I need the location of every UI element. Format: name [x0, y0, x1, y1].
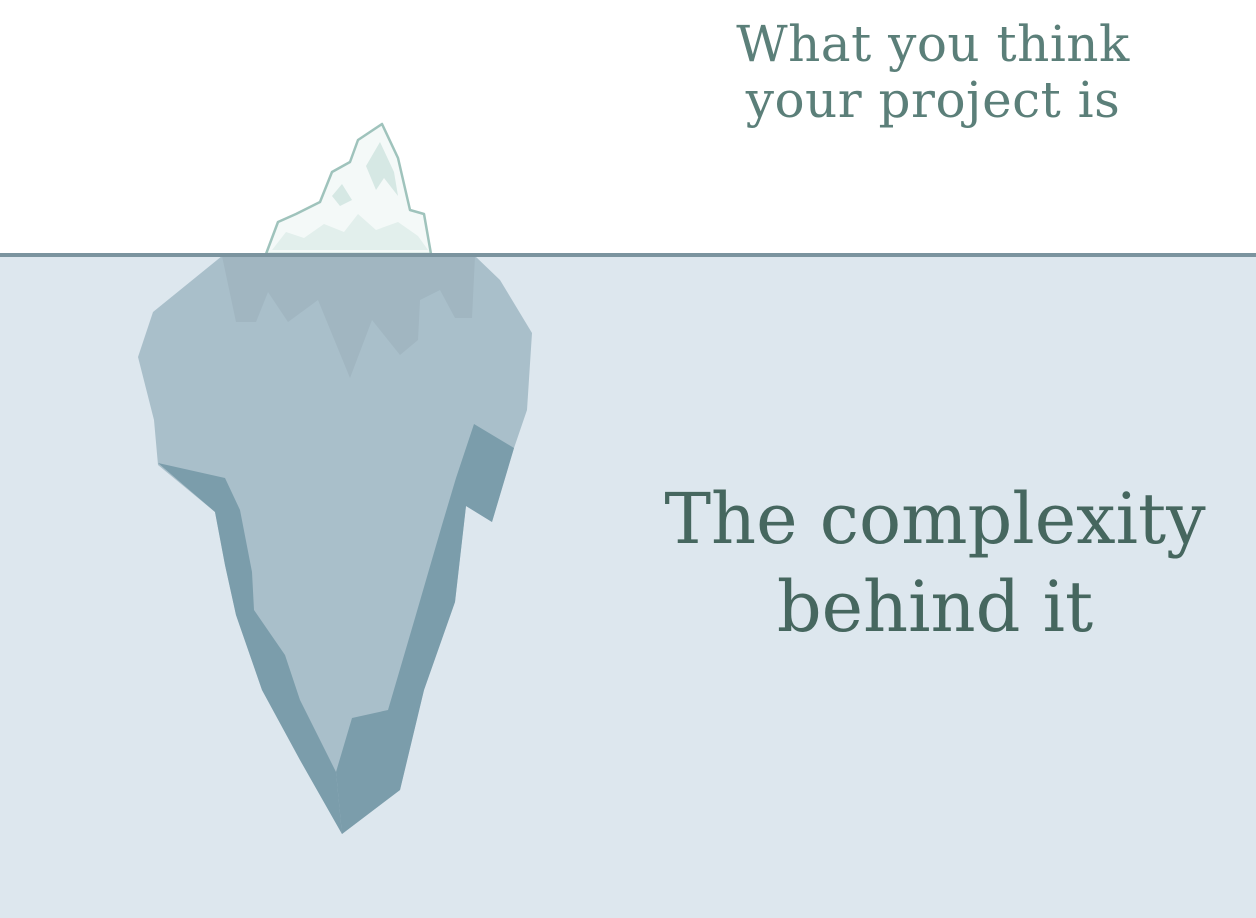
below-water-caption: The complexity behind it [660, 476, 1210, 651]
waterline [0, 253, 1256, 257]
below-water-caption-line1: The complexity [664, 478, 1206, 560]
below-water-caption-line2: behind it [776, 565, 1094, 648]
above-water-caption-line1: What you think [736, 15, 1130, 73]
iceberg-icon [138, 122, 532, 834]
iceberg-diagram: What you think your project is The compl… [0, 0, 1256, 918]
above-water-caption-line2: your project is [745, 71, 1121, 129]
above-water-caption: What you think your project is [700, 16, 1166, 128]
iceberg-submerged-body [138, 256, 532, 834]
